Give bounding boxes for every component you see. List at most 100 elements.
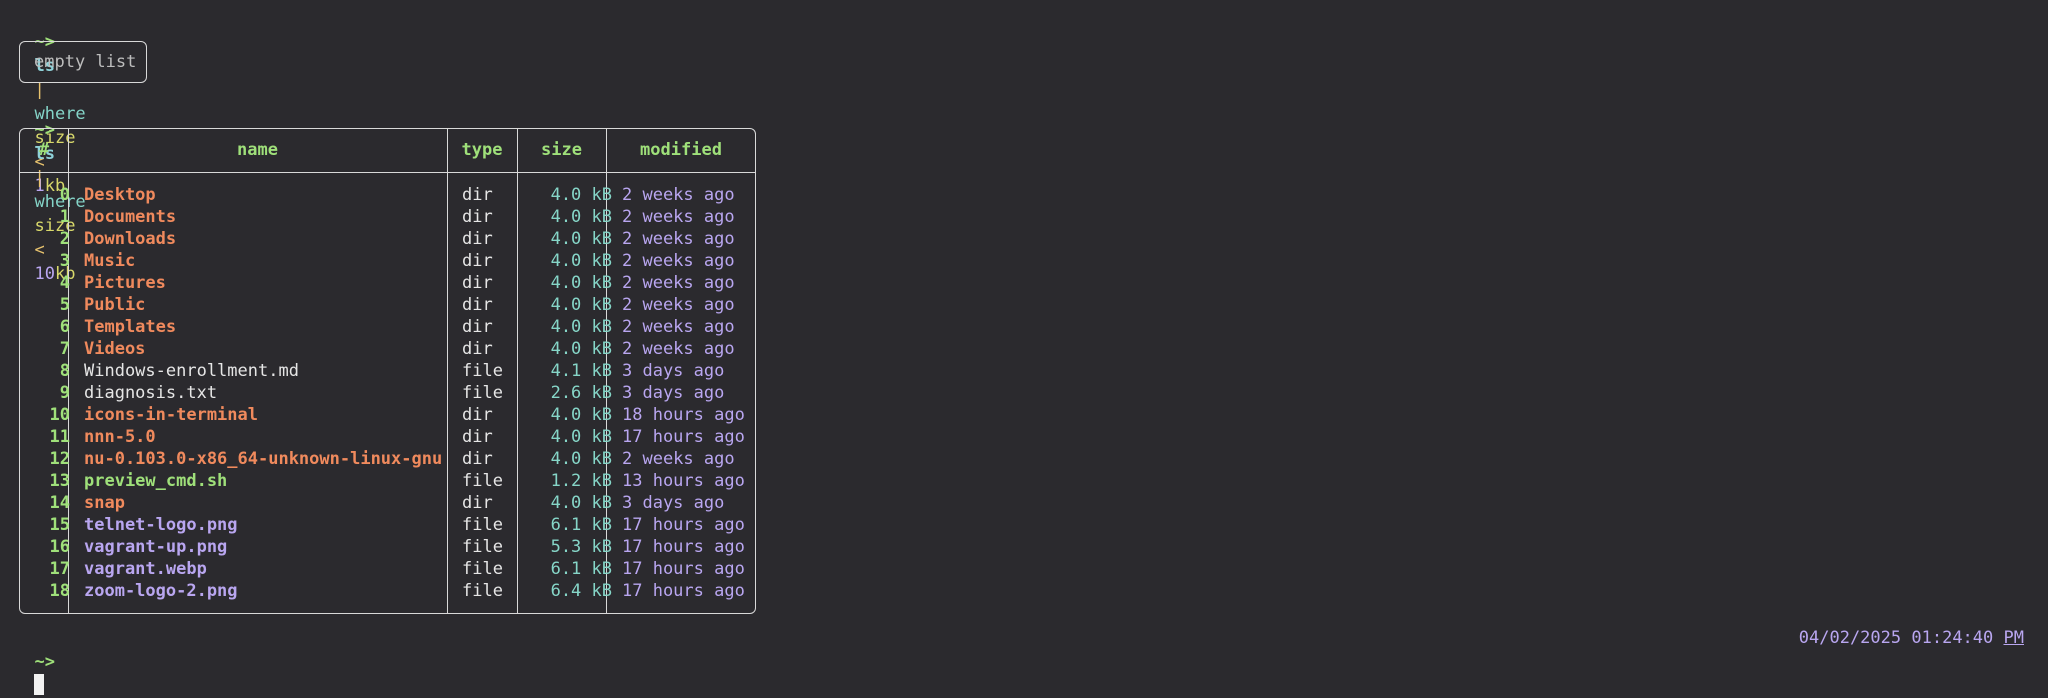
row-modified: 2 weeks ago — [622, 251, 735, 271]
table-row: 12 nu-0.103.0-x86_64-unknown-linux-gnu dir… — [20, 448, 755, 470]
table-row: 6 Templates dir 4.0 kB 2 weeks ago — [20, 316, 755, 338]
row-type: dir — [462, 427, 493, 447]
row-type: dir — [462, 207, 493, 227]
row-type: file — [462, 559, 503, 579]
row-index: 4 — [59, 273, 70, 293]
header-type: type — [461, 140, 503, 160]
row-name: diagnosis.txt — [84, 383, 218, 403]
row-name: nu-0.103.0-x86_64-unknown-linux-gnu — [84, 449, 443, 469]
row-type: dir — [462, 251, 493, 271]
table-row: 5 Public dir 4.0 kB 2 weeks ago — [20, 294, 755, 316]
row-modified: 2 weeks ago — [622, 229, 735, 249]
row-type: dir — [462, 185, 493, 205]
row-modified: 2 weeks ago — [622, 295, 735, 315]
row-name: Windows-enrollment.md — [84, 361, 299, 381]
row-index: 16 — [49, 537, 70, 557]
row-index: 17 — [49, 559, 70, 579]
row-size: 4.0 kB — [550, 405, 612, 425]
row-size: 4.0 kB — [550, 317, 612, 337]
row-size: 4.0 kB — [550, 273, 612, 293]
row-name: vagrant-up.png — [84, 537, 228, 557]
row-modified: 2 weeks ago — [622, 185, 735, 205]
row-size: 4.0 kB — [550, 229, 612, 249]
row-modified: 2 weeks ago — [622, 317, 735, 337]
row-type: file — [462, 471, 503, 491]
row-index: 11 — [49, 427, 70, 447]
table-row: 13 preview_cmd.sh file 1.2 kB 13 hours ago — [20, 470, 755, 492]
row-name: zoom-logo-2.png — [84, 581, 238, 601]
row-type: dir — [462, 449, 493, 469]
table-row: 2 Downloads dir 4.0 kB 2 weeks ago — [20, 228, 755, 250]
clock-date: 04/02/2025 — [1798, 628, 1902, 648]
row-name: preview_cmd.sh — [84, 471, 228, 491]
header-modified: modified — [640, 140, 722, 160]
row-size: 4.1 kB — [550, 361, 612, 381]
clock-time: 01:24:40 — [1911, 628, 1994, 648]
table-row: 11 nnn-5.0 dir 4.0 kB 17 hours ago — [20, 426, 755, 448]
row-size: 2.6 kB — [550, 383, 612, 403]
row-size: 5.3 kB — [550, 537, 612, 557]
row-size: 4.0 kB — [550, 449, 612, 469]
table-row: 0 Desktop dir 4.0 kB 2 weeks ago — [20, 184, 755, 206]
row-type: file — [462, 383, 503, 403]
row-index: 3 — [59, 251, 70, 271]
command-line-2: ~> ls | where size < 10kb — [14, 94, 85, 284]
table-row: 1 Documents dir 4.0 kB 2 weeks ago — [20, 206, 755, 228]
header-index: # — [38, 140, 50, 160]
row-modified: 17 hours ago — [622, 559, 745, 579]
row-modified: 13 hours ago — [622, 471, 745, 491]
table-row: 18 zoom-logo-2.png file 6.4 kB 17 hours ago — [20, 580, 755, 602]
table-body: 0 Desktop dir 4.0 kB 2 weeks ago 1 Documents di… — [20, 184, 755, 602]
row-index: 2 — [59, 229, 70, 249]
row-modified: 17 hours ago — [622, 581, 745, 601]
row-type: file — [462, 361, 503, 381]
row-size: 6.1 kB — [550, 515, 612, 535]
row-name: Public — [84, 295, 146, 315]
row-size: 4.0 kB — [550, 339, 612, 359]
row-type: dir — [462, 295, 493, 315]
row-type: file — [462, 537, 503, 557]
table-row: 15 telnet-logo.png file 6.1 kB 17 hours ago — [20, 514, 755, 536]
row-index: 9 — [59, 383, 70, 403]
row-name: telnet-logo.png — [84, 515, 238, 535]
row-name: Templates — [84, 317, 177, 337]
table-row: 16 vagrant-up.png file 5.3 kB 17 hours ago — [20, 536, 755, 558]
row-name: Documents — [84, 207, 177, 227]
row-modified: 2 weeks ago — [622, 339, 735, 359]
row-index: 12 — [49, 449, 70, 469]
prompt-symbol: ~> — [34, 652, 55, 672]
clock-ampm: PM — [2003, 628, 2024, 648]
row-size: 4.0 kB — [550, 493, 612, 513]
row-type: file — [462, 515, 503, 535]
row-size: 6.4 kB — [550, 581, 612, 601]
row-modified: 18 hours ago — [622, 405, 745, 425]
header-divider — [20, 172, 755, 173]
header-name: name — [237, 140, 278, 160]
table-row: 8 Windows-enrollment.md file 4.1 kB 3 days a… — [20, 360, 755, 382]
row-modified: 3 days ago — [622, 383, 725, 403]
row-name: Desktop — [84, 185, 156, 205]
row-modified: 3 days ago — [622, 361, 725, 381]
row-modified: 2 weeks ago — [622, 273, 735, 293]
table-row: 17 vagrant.webp file 6.1 kB 17 hours ago — [20, 558, 755, 580]
input-line[interactable]: ~> — [14, 626, 55, 695]
row-modified: 3 days ago — [622, 493, 725, 513]
row-name: icons-in-terminal — [84, 405, 258, 425]
header-size: size — [541, 140, 582, 160]
row-name: snap — [84, 493, 125, 513]
row-modified: 17 hours ago — [622, 427, 745, 447]
row-type: dir — [462, 229, 493, 249]
row-size: 1.2 kB — [550, 471, 612, 491]
row-modified: 2 weeks ago — [622, 207, 735, 227]
row-index: 14 — [49, 493, 70, 513]
table-row: 9 diagnosis.txt file 2.6 kB 3 days ago — [20, 382, 755, 404]
row-type: dir — [462, 405, 493, 425]
text-cursor[interactable] — [34, 674, 45, 695]
row-index: 1 — [59, 207, 70, 227]
table-row: 4 Pictures dir 4.0 kB 2 weeks ago — [20, 272, 755, 294]
row-modified: 2 weeks ago — [622, 449, 735, 469]
row-name: Videos — [84, 339, 146, 359]
table-row: 14 snap dir 4.0 kB 3 days ago — [20, 492, 755, 514]
row-type: dir — [462, 273, 493, 293]
row-index: 8 — [59, 361, 70, 381]
